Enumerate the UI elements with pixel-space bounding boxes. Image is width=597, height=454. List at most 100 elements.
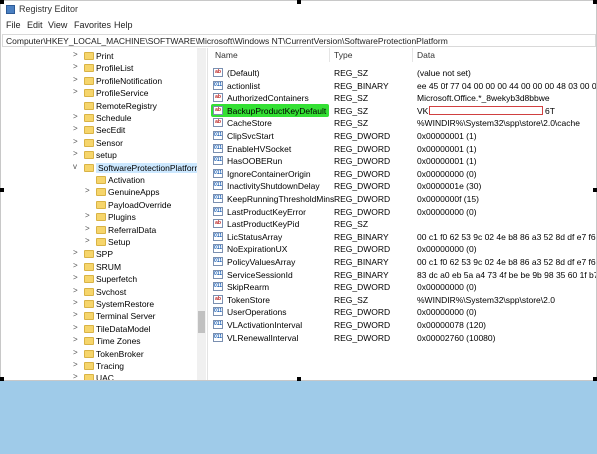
chevron-right-icon[interactable]: > bbox=[85, 224, 93, 233]
column-divider[interactable] bbox=[412, 48, 413, 62]
menu-file[interactable]: File bbox=[6, 20, 21, 30]
value-data: 0x00002760 (10080) bbox=[417, 332, 496, 343]
selection-handle bbox=[593, 377, 597, 381]
chevron-right-icon[interactable]: > bbox=[73, 298, 81, 307]
value-type: REG_DWORD bbox=[334, 332, 391, 343]
chevron-right-icon[interactable]: > bbox=[85, 186, 93, 195]
value-row[interactable]: 011 SkipRearm REG_DWORD 0x00000000 (0) bbox=[209, 281, 596, 293]
binary-value-icon: 011 bbox=[213, 282, 223, 292]
value-row[interactable]: 011 HasOOBERun REG_DWORD 0x00000001 (1) bbox=[209, 155, 596, 167]
value-row[interactable]: ab BackupProductKeyDefault REG_SZ VK 6T bbox=[209, 103, 596, 117]
folder-icon bbox=[84, 337, 94, 346]
chevron-right-icon[interactable]: > bbox=[73, 50, 81, 59]
tree-item-label: Plugins bbox=[108, 212, 136, 223]
chevron-right-icon[interactable]: > bbox=[73, 137, 81, 146]
menu-view[interactable]: View bbox=[48, 20, 67, 30]
tree-item-label: Svchost bbox=[96, 286, 127, 297]
value-row[interactable]: 011 actionlist REG_BINARY ee 45 0f 77 04 00… bbox=[209, 80, 596, 92]
key-tree[interactable]: > Print > ProfileList > ProfileNotification > P… bbox=[2, 48, 208, 380]
value-name: UserOperations bbox=[227, 307, 287, 318]
selection-handle bbox=[297, 0, 301, 4]
chevron-right-icon[interactable]: > bbox=[73, 112, 81, 121]
value-row[interactable]: 011 PolicyValuesArray REG_BINARY 00 c1 f0 6… bbox=[209, 256, 596, 268]
value-row[interactable]: ab AuthorizedContainers REG_SZ Microsoft.Of… bbox=[209, 92, 596, 104]
value-data: 0x00000000 (0) bbox=[417, 307, 477, 318]
tree-item-label: setup bbox=[96, 150, 117, 161]
column-header-data[interactable]: Data bbox=[417, 50, 435, 60]
value-name: ClipSvcStart bbox=[227, 131, 274, 141]
menu-favorites[interactable]: Favorites bbox=[74, 20, 111, 30]
chevron-right-icon[interactable]: > bbox=[73, 348, 81, 357]
value-row[interactable]: 011 KeepRunningThresholdMins REG_DWORD 0x00… bbox=[209, 193, 596, 205]
value-type: REG_DWORD bbox=[334, 194, 391, 204]
value-row[interactable]: 011 ServiceSessionId REG_BINARY 83 dc a0 eb… bbox=[209, 269, 596, 281]
chevron-down-icon[interactable]: v bbox=[73, 162, 81, 171]
value-name: AuthorizedContainers bbox=[227, 93, 309, 104]
address-bar[interactable]: Computer\HKEY_LOCAL_MACHINE\SOFTWARE\Mic… bbox=[2, 34, 596, 47]
string-value-icon: ab bbox=[213, 68, 223, 77]
value-row[interactable]: 011 IgnoreContainerOrigin REG_DWORD 0x00000… bbox=[209, 168, 596, 180]
folder-icon bbox=[84, 138, 94, 147]
folder-icon bbox=[84, 114, 94, 122]
folder-icon bbox=[84, 300, 94, 308]
tree-item-label: RemoteRegistry bbox=[96, 100, 157, 111]
value-row[interactable]: 011 LicStatusArray REG_BINARY 00 c1 f0 62 5… bbox=[209, 231, 596, 243]
menu-edit[interactable]: Edit bbox=[27, 20, 43, 30]
value-row[interactable]: 011 UserOperations REG_DWORD 0x00000000 (0) bbox=[209, 306, 596, 318]
value-row[interactable]: 011 LastProductKeyError REG_DWORD 0x0000000… bbox=[209, 206, 596, 218]
value-name: actionlist bbox=[227, 80, 261, 91]
menu-help[interactable]: Help bbox=[114, 20, 133, 30]
tree-item-label: ReferralData bbox=[108, 224, 157, 235]
value-row[interactable]: ab (Default) REG_SZ (value not set) bbox=[209, 67, 596, 79]
chevron-right-icon[interactable]: > bbox=[73, 360, 81, 369]
value-row[interactable]: ab CacheStore REG_SZ %WINDIR%\System32\spp\… bbox=[209, 117, 596, 129]
tree-item-label: Schedule bbox=[96, 113, 132, 123]
value-row[interactable]: 011 VLActivationInterval REG_DWORD 0x000000… bbox=[209, 319, 596, 331]
chevron-right-icon[interactable]: > bbox=[73, 62, 81, 71]
tree-item-label: SecEdit bbox=[96, 125, 126, 136]
column-header-type[interactable]: Type bbox=[334, 50, 352, 60]
chevron-right-icon[interactable]: > bbox=[73, 372, 81, 380]
folder-icon bbox=[84, 374, 94, 380]
tree-item-label: TileDataModel bbox=[96, 323, 151, 334]
tree-item-label: ProfileService bbox=[96, 88, 149, 99]
chevron-right-icon[interactable]: > bbox=[73, 261, 81, 270]
value-type: REG_SZ bbox=[334, 219, 369, 230]
binary-value-icon: 011 bbox=[213, 320, 223, 329]
value-row[interactable]: 011 InactivityShutdownDelay REG_DWORD 0x000… bbox=[209, 180, 596, 192]
folder-icon bbox=[96, 225, 106, 234]
value-data: 0x00000000 (0) bbox=[417, 168, 477, 179]
tree-item-label: Sensor bbox=[96, 137, 123, 148]
column-header-name[interactable]: Name bbox=[215, 50, 238, 60]
value-row[interactable]: 011 VLRenewalInterval REG_DWORD 0x00002760 … bbox=[209, 332, 596, 344]
values-list[interactable]: Name Type Data ab (Default) REG_SZ (value n… bbox=[209, 48, 596, 380]
value-data-suffix: 6T bbox=[545, 105, 555, 116]
chevron-right-icon[interactable]: > bbox=[85, 236, 93, 245]
tree-item-label: ProfileList bbox=[96, 63, 134, 74]
chevron-right-icon[interactable]: > bbox=[73, 149, 81, 158]
chevron-right-icon[interactable]: > bbox=[73, 124, 81, 133]
chevron-right-icon[interactable]: > bbox=[85, 211, 93, 220]
value-type: REG_DWORD bbox=[334, 168, 391, 179]
column-divider[interactable] bbox=[329, 48, 330, 62]
tree-scrollbar[interactable] bbox=[197, 48, 206, 380]
chevron-right-icon[interactable]: > bbox=[73, 286, 81, 295]
chevron-right-icon[interactable]: > bbox=[73, 335, 81, 344]
value-row[interactable]: 011 EnableHVSocket REG_DWORD 0x00000001 (1) bbox=[209, 143, 596, 155]
folder-icon bbox=[84, 89, 94, 98]
chevron-right-icon[interactable]: > bbox=[73, 248, 81, 257]
value-data: Microsoft.Office.*_8wekyb3d8bbwe bbox=[417, 93, 550, 104]
chevron-right-icon[interactable]: > bbox=[73, 75, 81, 84]
value-row[interactable]: 011 NoExpirationUX REG_DWORD 0x00000000 (0) bbox=[209, 243, 596, 255]
folder-icon bbox=[96, 238, 106, 246]
value-row[interactable]: ab TokenStore REG_SZ %WINDIR%\System32\spp\… bbox=[209, 294, 596, 306]
chevron-right-icon[interactable]: > bbox=[73, 273, 81, 282]
redaction-box bbox=[429, 105, 543, 115]
chevron-right-icon[interactable]: > bbox=[73, 87, 81, 96]
value-row[interactable]: 011 ClipSvcStart REG_DWORD 0x00000001 (1) bbox=[209, 130, 596, 142]
value-row[interactable]: ab LastProductKeyPid REG_SZ bbox=[209, 218, 596, 230]
chevron-right-icon[interactable]: > bbox=[73, 310, 81, 319]
binary-value-icon: 011 bbox=[213, 231, 223, 241]
tree-scrollbar-thumb[interactable] bbox=[198, 311, 205, 333]
chevron-right-icon[interactable]: > bbox=[73, 323, 81, 332]
